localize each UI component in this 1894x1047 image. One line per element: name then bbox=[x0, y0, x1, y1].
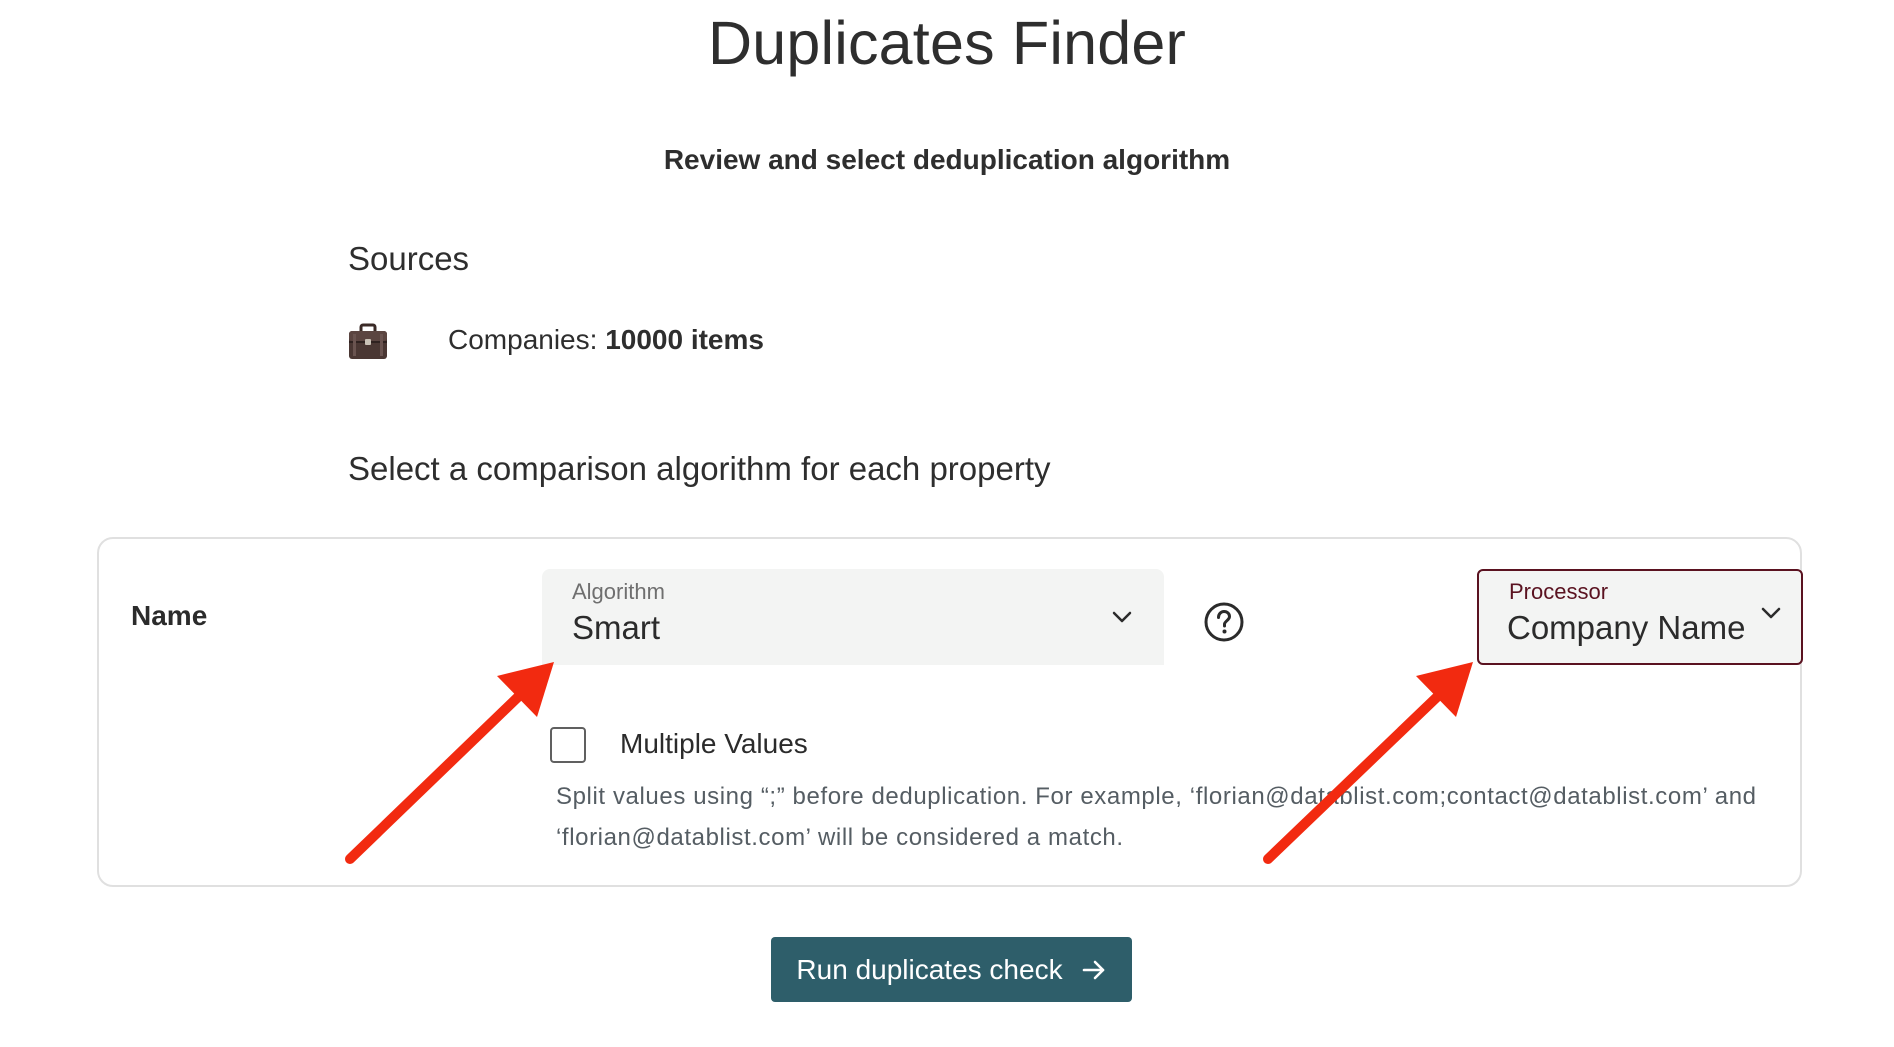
sources-title: Sources bbox=[348, 240, 470, 277]
page-subtitle: Review and select deduplication algorith… bbox=[663, 144, 1231, 175]
page: Duplicates Finder Review and select dedu… bbox=[0, 0, 1894, 1047]
source-count: 10000 items bbox=[605, 324, 764, 355]
multiple-values-checkbox[interactable] bbox=[550, 727, 586, 763]
chevron-down-icon bbox=[1112, 611, 1132, 623]
arrow-right-icon bbox=[1082, 960, 1104, 979]
source-item-companies: Companies: 10000 items bbox=[348, 320, 764, 364]
multiple-values-label: Multiple Values bbox=[620, 728, 808, 759]
processor-select[interactable]: Processor Company Name bbox=[1477, 569, 1803, 665]
algorithm-select-value: Smart bbox=[572, 609, 661, 646]
source-name: Companies: bbox=[448, 324, 606, 355]
algorithm-section-title: Select a comparison algorithm for each p… bbox=[348, 450, 1051, 487]
processor-select-value: Company Name bbox=[1507, 609, 1746, 646]
briefcase-icon bbox=[348, 322, 388, 362]
chevron-down-icon bbox=[1761, 607, 1781, 619]
help-text-line: Split values using “;” before deduplicat… bbox=[556, 783, 1757, 810]
algorithm-select-label: Algorithm bbox=[572, 579, 665, 604]
run-button-label: Run duplicates check bbox=[796, 953, 1063, 985]
processor-select-label: Processor bbox=[1509, 579, 1609, 604]
algorithm-select[interactable]: Algorithm Smart bbox=[542, 569, 1164, 665]
multiple-values-help-text: Split values using “;” before deduplicat… bbox=[556, 776, 1796, 858]
property-name: Name bbox=[131, 600, 208, 631]
run-duplicates-check-button[interactable]: Run duplicates check bbox=[771, 937, 1132, 1002]
page-title: Duplicates Finder bbox=[707, 9, 1187, 77]
help-text-line: ‘florian@datablist.com’ will be consider… bbox=[556, 824, 1124, 851]
help-icon[interactable] bbox=[1202, 600, 1246, 644]
source-label: Companies: 10000 items bbox=[448, 324, 764, 356]
